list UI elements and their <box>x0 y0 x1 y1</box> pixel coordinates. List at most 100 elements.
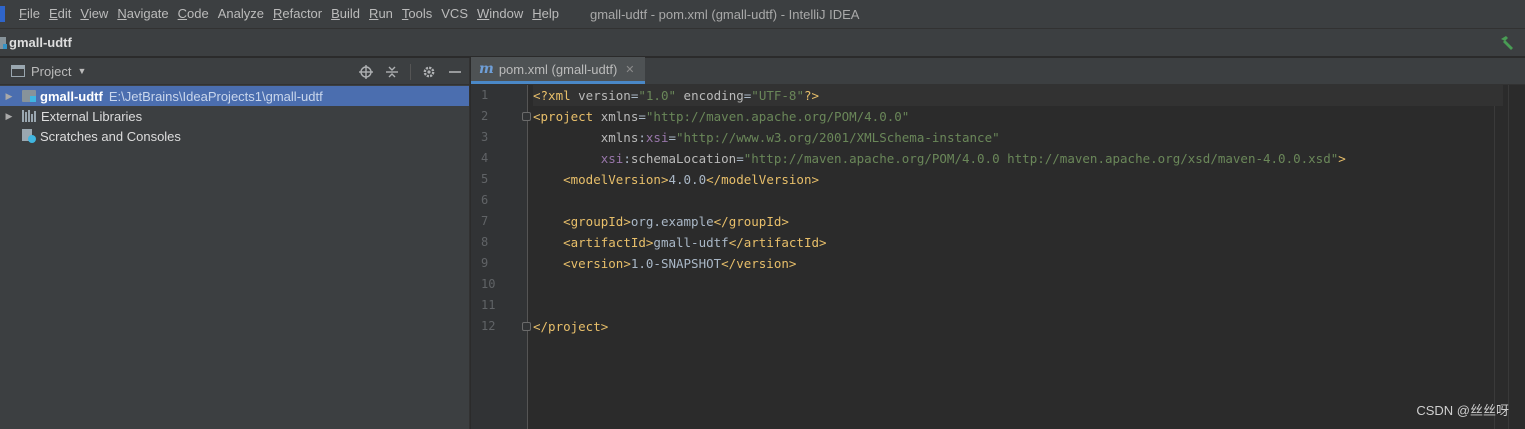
code-line[interactable]: <?xml version="1.0" encoding="UTF-8"?> <box>533 85 1503 106</box>
code-line[interactable] <box>533 295 1503 316</box>
gear-icon[interactable] <box>421 64 437 80</box>
code-token: org.example <box>630 214 714 229</box>
editor-scrollbar-track[interactable] <box>1508 85 1509 429</box>
code-line[interactable]: <modelVersion>4.0.0</modelVersion> <box>533 169 1503 190</box>
locate-file-icon[interactable] <box>358 64 374 80</box>
tree-item-label: Scratches and Consoles <box>40 128 181 144</box>
menu-mnemonic: E <box>48 6 58 21</box>
menu-label: un <box>378 6 393 21</box>
code-token: xmlns <box>600 130 639 145</box>
menu-label: ode <box>187 6 209 21</box>
code-line[interactable]: </project> <box>533 316 1503 337</box>
tree-item[interactable]: ▶ gmall-udtf E:\JetBrains\IdeaProjects1\gm… <box>0 86 469 106</box>
code-token: <modelVersion> <box>563 172 669 187</box>
code-token: version <box>578 88 631 103</box>
menu-item[interactable]: Refactor <box>269 0 326 28</box>
menu-item[interactable]: Build <box>327 0 364 28</box>
navigation-bar: gmall-udtf <box>0 28 1525 57</box>
menu-item[interactable]: Analyze <box>214 0 268 28</box>
editor-area: m pom.xml (gmall-udtf) ✕ 1 2 3 4 5 6 7 8 9 10 11 12… <box>471 57 1525 429</box>
tree-item[interactable]: ▶Scratches and Consoles <box>0 126 469 146</box>
expand-arrow-icon[interactable]: ▶ <box>4 111 14 122</box>
menu-item[interactable]: Code <box>174 0 213 28</box>
menu-item[interactable]: Window <box>473 0 527 28</box>
code-line[interactable] <box>533 190 1503 211</box>
code-line[interactable]: <artifactId>gmall-udtf</artifactId> <box>533 232 1503 253</box>
menu-label: ools <box>408 6 433 21</box>
code-line[interactable]: <project xmlns="http://maven.apache.org/… <box>533 106 1503 127</box>
code-editor[interactable]: 1 2 3 4 5 6 7 8 9 10 11 12 <?xml version="1.0" enco… <box>471 85 1525 429</box>
menu-item[interactable]: Help <box>528 0 563 28</box>
breadcrumb-project[interactable]: gmall-udtf <box>9 35 72 50</box>
menu-item[interactable]: File <box>15 0 44 28</box>
expand-arrow-icon[interactable]: ▶ <box>4 91 14 102</box>
line-number: 3 <box>481 130 489 144</box>
fold-marker-icon[interactable] <box>522 322 531 331</box>
menu-item[interactable]: Navigate <box>113 0 172 28</box>
code-token: "http://maven.apache.org/POM/4.0.0 http:… <box>743 151 1339 166</box>
code-token: "http://maven.apache.org/POM/4.0.0" <box>645 109 910 124</box>
line-number-gutter[interactable]: 1 2 3 4 5 6 7 8 9 10 11 12 <box>471 85 531 429</box>
code-token: </modelVersion> <box>706 172 819 187</box>
scratches-icon <box>22 129 36 143</box>
line-number: 9 <box>481 256 489 270</box>
code-token: ?> <box>803 88 820 103</box>
collapse-all-icon[interactable] <box>384 64 400 80</box>
project-panel-header: Project ▼ <box>0 58 469 85</box>
menu-items: File Edit View Navigate Code Analyze Refactor B… <box>15 0 564 28</box>
line-number: 12 <box>481 319 496 333</box>
project-view-selector[interactable]: Project <box>31 64 71 79</box>
code-token: xsi <box>600 151 624 166</box>
module-folder-icon <box>0 36 7 49</box>
close-icon[interactable]: ✕ <box>625 63 634 76</box>
line-number: 8 <box>481 235 489 249</box>
menu-label: uild <box>339 6 361 21</box>
code-token: <version> <box>563 256 631 271</box>
line-number: 5 <box>481 172 489 186</box>
code-token: "UTF-8" <box>751 88 804 103</box>
code-content[interactable]: <?xml version="1.0" encoding="UTF-8"?> <p… <box>533 85 1503 337</box>
code-line[interactable] <box>533 274 1503 295</box>
intellij-app-icon[interactable] <box>0 6 5 22</box>
menu-label: indow <box>489 6 524 21</box>
window-title: gmall-udtf - pom.xml (gmall-udtf) - Inte… <box>590 6 860 22</box>
code-line[interactable]: <groupId>org.example</groupId> <box>533 211 1503 232</box>
fold-marker-icon[interactable] <box>522 112 531 121</box>
menu-label: elp <box>541 6 559 21</box>
chevron-down-icon[interactable]: ▼ <box>77 66 86 76</box>
code-line[interactable]: xmlns:xsi="http://www.w3.org/2001/XMLSch… <box>533 127 1503 148</box>
editor-tab-bar: m pom.xml (gmall-udtf) ✕ <box>471 57 1525 85</box>
code-token: </artifactId> <box>728 235 827 250</box>
line-number: 7 <box>481 214 489 228</box>
menu-mnemonic: C <box>177 6 188 21</box>
hide-panel-icon[interactable] <box>447 64 463 80</box>
code-token: : <box>638 130 646 145</box>
code-line[interactable]: xsi:schemaLocation="http://maven.apache.… <box>533 148 1503 169</box>
maven-file-icon: m <box>479 61 494 77</box>
menu-label: dit <box>57 6 72 21</box>
tree-item[interactable]: ▶ External Libraries <box>0 106 469 126</box>
menu-mnemonic: F <box>19 6 27 21</box>
line-number: 1 <box>481 88 489 102</box>
code-token: xsi <box>645 130 669 145</box>
menu-label: ile <box>26 6 40 21</box>
menu-item[interactable]: Run <box>365 0 397 28</box>
build-hammer-icon[interactable] <box>1499 35 1515 51</box>
menu-item[interactable]: VCS <box>437 0 472 28</box>
menu-bar: File Edit View Navigate Code Analyze Refactor B… <box>0 0 1525 28</box>
code-token: 4.0.0 <box>668 172 707 187</box>
menu-item[interactable]: Edit <box>45 0 75 28</box>
watermark: CSDN @丝丝呀 <box>1416 403 1509 418</box>
tab-label: pom.xml (gmall-udtf) <box>498 61 618 77</box>
tab-pom-xml[interactable]: m pom.xml (gmall-udtf) ✕ <box>471 57 645 84</box>
code-token: gmall-udtf <box>653 235 729 250</box>
libraries-icon <box>22 110 36 122</box>
menu-item[interactable]: View <box>76 0 112 28</box>
menu-mnemonic: H <box>532 6 542 21</box>
code-line[interactable]: <version>1.0-SNAPSHOT</version> <box>533 253 1503 274</box>
menu-label: efactor <box>282 6 323 21</box>
project-window-icon <box>11 65 25 77</box>
menu-item[interactable]: Tools <box>398 0 436 28</box>
